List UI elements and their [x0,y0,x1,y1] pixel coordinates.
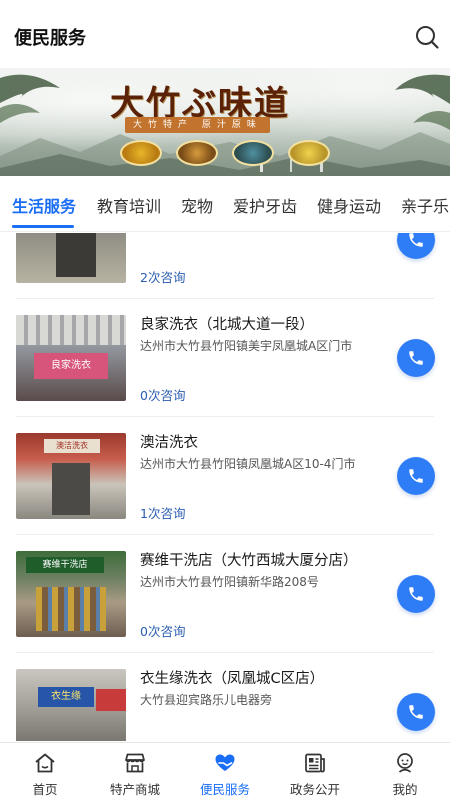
shop-address: 达州市大竹县竹阳镇凤凰城A区10-4门市 [140,457,356,471]
nav-label: 政务公开 [289,782,340,797]
call-button[interactable] [397,575,435,613]
call-button[interactable] [397,233,435,259]
profile-icon [397,753,413,773]
tab-fitness[interactable]: 健身运动 [317,193,381,217]
app-header: 便民服务 [0,0,450,68]
call-button[interactable] [397,339,435,377]
neighbor-sign [96,689,126,711]
shop-address: 达州市大竹县竹阳镇美宇凤凰城A区门市 [140,339,353,353]
phone-icon [409,469,423,483]
call-button[interactable] [397,693,435,731]
banner-tree-left [0,74,60,123]
shop-name: 衣生缘洗衣（凤凰城C区店） [140,671,325,687]
search-icon[interactable] [414,24,440,50]
shop-name: 良家洗衣（北城大道一段） [140,317,314,333]
phone-icon [409,351,423,365]
consult-count: 0次咨询 [140,624,186,639]
heart-hand-icon [215,754,235,771]
clothes-rack [36,587,106,631]
shop-photo: 衣生缘 [16,669,126,741]
building-windows [16,315,126,345]
page-title: 便民服务 [14,28,86,49]
shop-door [52,463,90,515]
list-item[interactable]: 澳洁洗衣 澳洁洗衣 达州市大竹县竹阳镇凤凰城A区10-4门市 1次咨询 [0,417,450,535]
nav-label: 便民服务 [199,782,250,797]
shop-sign: 良家洗衣 [34,353,108,379]
call-button[interactable] [397,457,435,495]
tab-parent-child[interactable]: 亲子乐园 [401,193,450,217]
newspaper-icon [305,753,325,773]
nav-home[interactable]: 首页 [0,743,90,800]
shop-name: 赛维干洗店（大竹西城大厦分店） [140,553,358,569]
banner-food-plate [176,140,218,166]
list-item[interactable]: 赛维干洗店 赛维干洗店（大竹西城大厦分店） 达州市大竹县竹阳镇新华路208号 0… [0,535,450,653]
nav-convenience-services[interactable]: 便民服务 [180,743,270,800]
nav-profile[interactable]: 我的 [360,743,450,800]
banner-tree-right [395,74,450,130]
tab-dental[interactable]: 爱护牙齿 [233,193,297,217]
nav-label: 首页 [32,782,58,797]
nav-label: 我的 [392,782,418,797]
banner-food-plate [232,140,274,166]
phone-icon [409,233,423,247]
active-tab-indicator [12,225,74,228]
phone-icon [409,705,423,719]
shop-photo: 赛维干洗店 [16,551,126,637]
banner-food-plate [120,140,162,166]
promo-banner[interactable]: 大竹ぶ味道 大竹特产 原汁原味 [0,68,450,176]
shop-photo [16,233,126,283]
nav-government-affairs[interactable]: 政务公开 [270,743,360,800]
nav-specialty-mall[interactable]: 特产商城 [90,743,180,800]
tab-pets[interactable]: 宠物 [181,193,213,217]
shop-address: 大竹县迎宾路乐儿电器旁 [140,693,273,707]
shop-photo: 良家洗衣 [16,315,126,401]
list-item[interactable]: 2次咨询 [0,233,450,299]
shop-door [56,233,96,277]
shop-sign: 赛维干洗店 [26,557,104,573]
tab-education[interactable]: 教育培训 [97,193,161,217]
tab-life-services[interactable]: 生活服务 [12,193,76,217]
shop-name: 澳洁洗衣 [140,435,198,451]
consult-count: 0次咨询 [140,388,186,403]
bottom-nav: 首页 特产商城 便民服务 政务公开 我的 [0,742,450,800]
shop-photo: 澳洁洗衣 [16,433,126,519]
consult-count: 1次咨询 [140,506,186,521]
shop-sign: 澳洁洗衣 [44,439,100,453]
nav-label: 特产商城 [109,782,160,797]
banner-subline: 大竹特产 原汁原味 [125,117,270,133]
store-icon [125,753,145,773]
home-icon [35,753,55,773]
category-tabs: 生活服务 教育培训 宠物 爱护牙齿 健身运动 亲子乐园 [0,176,450,232]
phone-icon [409,587,423,601]
list-item[interactable]: 良家洗衣 良家洗衣（北城大道一段） 达州市大竹县竹阳镇美宇凤凰城A区门市 0次咨… [0,299,450,417]
shop-address: 达州市大竹县竹阳镇新华路208号 [140,575,319,589]
list-item[interactable]: 衣生缘 衣生缘洗衣（凤凰城C区店） 大竹县迎宾路乐儿电器旁 [0,653,450,741]
consult-count: 2次咨询 [140,270,186,285]
shop-sign: 衣生缘 [38,687,94,707]
service-list[interactable]: 2次咨询 良家洗衣 良家洗衣（北城大道一段） 达州市大竹县竹阳镇美宇凤凰城A区门… [0,233,450,741]
banner-food-plate [288,140,330,166]
